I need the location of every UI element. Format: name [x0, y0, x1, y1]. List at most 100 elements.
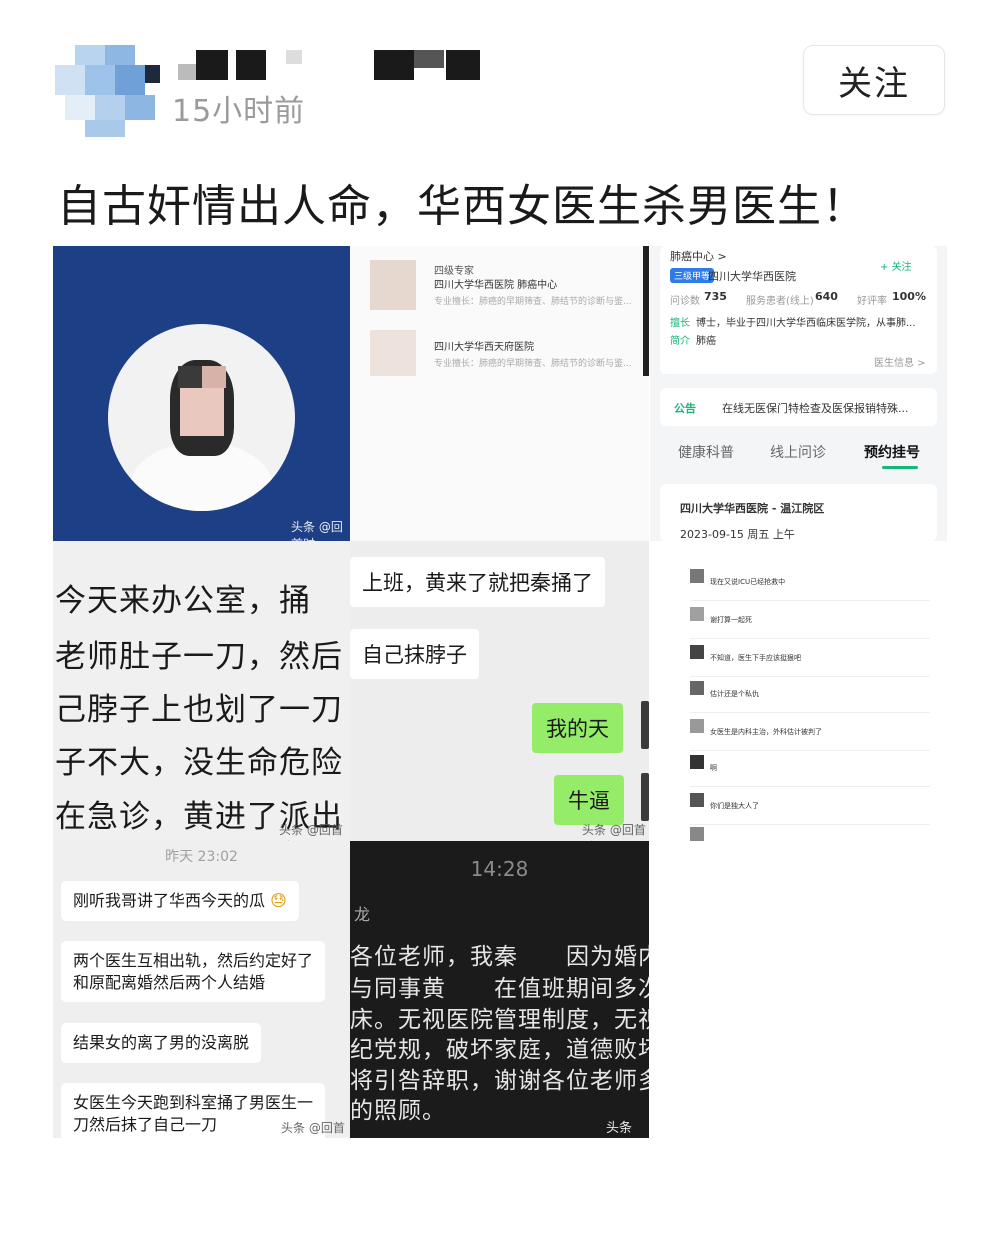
image-tile-chat-bubbles[interactable]: 上班，黄来了就把秦捅了 自己抹脖子 我的天 牛逼 头条 @回首时 — [350, 541, 649, 841]
image-tile-chat-list[interactable]: 昨天 23:02 刚听我哥讲了华西今天的瓜 😓 两个医生互相出轨，然后约定好了 … — [53, 841, 350, 1138]
announcement-line: 的照顾。 — [350, 1098, 446, 1124]
tab-bar: 健康科普 线上问诊 预约挂号 — [660, 436, 937, 476]
consult-label: 问诊数 — [670, 296, 700, 307]
sender-avatar — [641, 701, 649, 749]
notice-bar: 公告 在线无医保门特检查及医保报销特殊... — [660, 388, 937, 426]
rating-label: 好评率 — [857, 296, 887, 307]
comment-text: 现在又说ICU已经抢救中 — [710, 578, 786, 586]
phone-clock: 14:28 — [470, 857, 529, 881]
doctor-specialty: 专业擅长：肺癌的早期筛查、肺结节的诊断与鉴... — [434, 359, 632, 369]
intro-text: 肺癌 — [696, 336, 716, 347]
comment-row: 不知道，医生下手应该挺狠吧 — [690, 641, 930, 677]
notice-label: 公告 — [674, 402, 696, 415]
comment-avatar — [690, 569, 704, 583]
comment-avatar — [690, 645, 704, 659]
comment-row — [690, 823, 930, 841]
chat-message-text: 女医生今天跑到科室捅了男医生一 刀然后抹了自己一刀 — [73, 1093, 314, 1134]
watermark: 头条 @回首时 — [291, 520, 343, 541]
user-avatar[interactable] — [55, 45, 160, 137]
rating-value: 100% — [892, 290, 926, 303]
announcement-line: 床。无视医院管理制度，无视 — [350, 1007, 649, 1033]
sender-avatar — [641, 773, 649, 821]
sender-name: 龙 — [354, 905, 371, 924]
notice-text: 在线无医保门特检查及医保报销特殊... — [722, 402, 909, 415]
doctor-hospital: 四川大学华西天府医院 — [434, 342, 534, 353]
image-tile-blank — [350, 376, 649, 541]
comment-row: 啊 — [690, 751, 930, 787]
announcement-line: 纪党规，破坏家庭，道德败坏 — [350, 1037, 649, 1063]
doctor-row: 四级专家 四川大学华西医院 肺癌中心 专业擅长：肺癌的早期筛查、肺结节的诊断与鉴… — [370, 260, 640, 320]
comment-row: 你们是独大人了 — [690, 789, 930, 825]
comment-text: 女医生是内科主治，外科估计被判了 — [710, 728, 822, 736]
comment-avatar — [690, 793, 704, 807]
comment-text: 谢打算一起死 — [710, 616, 752, 624]
doctor-tag: 四级专家 — [434, 266, 474, 277]
dark-edge — [643, 246, 649, 376]
tab-appointment: 预约挂号 — [864, 445, 920, 461]
chat-date: 昨天 23:02 — [165, 849, 238, 865]
comment-row: 女医生是内科主治，外科估计被判了 — [690, 715, 930, 751]
comment-avatar — [690, 607, 704, 621]
post-time: 15小时前 — [172, 94, 306, 129]
hospital-name: 四川大学华西医院 — [708, 270, 796, 283]
comment-row: 估计还是个私仇 — [690, 677, 930, 713]
doctor-photo — [370, 330, 416, 376]
chat-line: 老师肚子一刀，然后 — [55, 639, 343, 675]
tab-indicator — [882, 466, 918, 469]
comment-text: 估计还是个私仇 — [710, 690, 759, 698]
doctor-specialty: 专业擅长：肺癌的早期筛查、肺结节的诊断与鉴... — [434, 297, 632, 307]
comment-avatar — [690, 681, 704, 695]
image-tile-doctor-list[interactable]: 四级专家 四川大学华西医院 肺癌中心 专业擅长：肺癌的早期筛查、肺结节的诊断与鉴… — [350, 246, 649, 376]
patients-label: 服务患者(线上) — [746, 296, 814, 307]
follow-button[interactable]: 关注 — [803, 45, 945, 115]
chat-message: 两个医生互相出轨，然后约定好了 和原配离婚然后两个人结婚 — [61, 941, 326, 1003]
chat-bubble-left: 自己抹脖子 — [350, 629, 479, 679]
watermark: 头条 @回首时 — [279, 823, 343, 841]
announcement-line: 将引咎辞职，谢谢各位老师多 — [350, 1068, 649, 1094]
campus-name: 四川大学华西医院 - 温江院区 — [680, 502, 825, 515]
skill-text: 博士，毕业于四川大学华西临床医学院，从事肺... — [696, 318, 916, 329]
comment-text: 不知道，医生下手应该挺狠吧 — [710, 654, 801, 662]
comment-avatar — [690, 827, 704, 841]
chat-line: 今天来办公室，捅 — [55, 583, 311, 619]
image-tile-text-chat[interactable]: 今天来办公室，捅 老师肚子一刀，然后 己脖子上也划了一刀 子不大，没生命危险 在… — [53, 541, 350, 841]
chat-bubble-right: 牛逼 — [554, 775, 624, 825]
chat-bubble-left: 上班，黄来了就把秦捅了 — [350, 557, 605, 607]
chat-line: 子不大，没生命危险 — [55, 745, 343, 781]
doctor-info-link: 医生信息 > — [874, 358, 926, 369]
image-tile-comments[interactable]: 现在又说ICU已经抢救中 谢打算一起死 不知道，医生下手应该挺狠吧 估计还是个私… — [650, 541, 947, 841]
watermark: 头条 @回首时 — [606, 1121, 633, 1136]
comment-avatar — [690, 755, 704, 769]
comment-text: 你们是独大人了 — [710, 802, 759, 810]
doctor-card: 肺癌中心 > + 关注 三级甲等 四川大学华西医院 问诊数 735 服务患者(线… — [660, 246, 937, 374]
doctor-hospital: 四川大学华西医院 肺癌中心 — [434, 280, 558, 291]
chat-message: 刚听我哥讲了华西今天的瓜 😓 — [61, 881, 299, 921]
post-title: 自古奸情出人命，华西女医生杀男医生！ — [57, 181, 867, 232]
comment-text: 啊 — [710, 764, 717, 772]
chat-message: 结果女的离了男的没离脱 — [61, 1023, 262, 1063]
watermark: 头条 @回首时 — [281, 1121, 345, 1135]
comment-avatar — [690, 719, 704, 733]
slot-date: 2023-09-15 周五 上午 — [680, 528, 795, 541]
doctor-row: 四川大学华西天府医院 专业擅长：肺癌的早期筛查、肺结节的诊断与鉴... — [370, 330, 640, 376]
patients-value: 640 — [815, 290, 838, 303]
chat-bubble-right: 我的天 — [532, 703, 623, 753]
doctor-photo — [370, 260, 416, 310]
image-tile-hospital-info[interactable]: 肺癌中心 > + 关注 三级甲等 四川大学华西医院 问诊数 735 服务患者(线… — [650, 246, 947, 541]
image-tile-announcement[interactable]: 14:28 龙 各位老师，我秦 因为婚内 与同事黄 在值班期间多次 床。无视医院… — [350, 841, 649, 1138]
chat-message-text: 刚听我哥讲了华西今天的瓜 — [73, 891, 266, 910]
comment-row: 现在又说ICU已经抢救中 — [690, 565, 930, 601]
tab-online-consult: 线上问诊 — [770, 445, 826, 461]
announcement-line: 各位老师，我秦 因为婚内 — [350, 944, 649, 970]
intro-label: 简介 — [670, 336, 690, 347]
chat-line: 己脖子上也划了一刀 — [55, 692, 343, 728]
center-link: 肺癌中心 > — [670, 250, 727, 263]
comment-row: 谢打算一起死 — [690, 603, 930, 639]
consult-value: 735 — [704, 290, 727, 303]
watermark: 头条 @回首时 — [582, 823, 646, 841]
tab-health-science: 健康科普 — [678, 445, 734, 461]
image-tile-portrait[interactable]: 头条 @回首时 — [53, 246, 350, 541]
username-redacted[interactable] — [178, 46, 498, 80]
skill-label: 擅长 — [670, 318, 690, 329]
follow-link: + 关注 — [880, 262, 912, 273]
